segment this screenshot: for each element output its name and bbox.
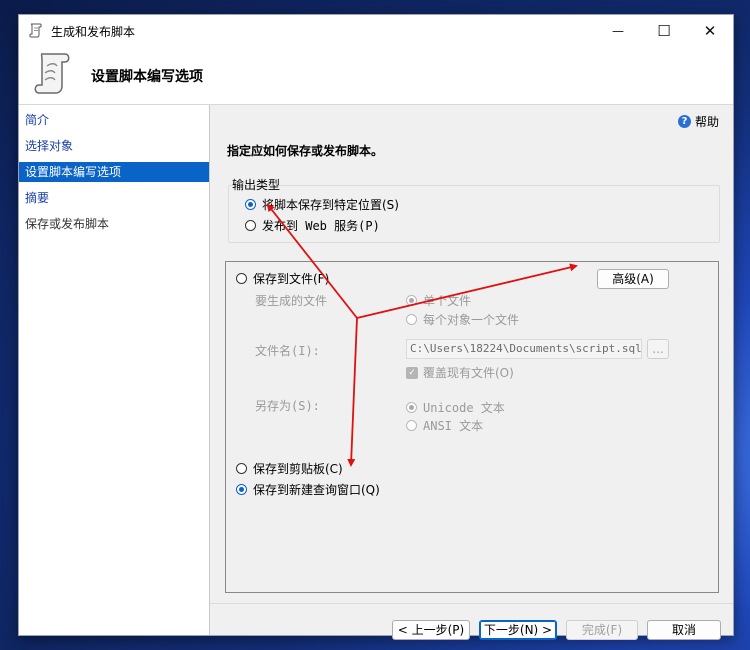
- radio-indicator: [406, 295, 417, 306]
- radio-indicator: [406, 402, 417, 413]
- sidebar-item-intro[interactable]: 简介: [19, 110, 209, 130]
- radio-save-to-query-window[interactable]: 保存到新建查询窗口(Q): [236, 481, 380, 498]
- radio-indicator: [406, 420, 417, 431]
- browse-button[interactable]: ...: [647, 339, 669, 359]
- help-icon: ?: [677, 115, 691, 128]
- wizard-steps-sidebar: 简介 选择对象 设置脚本编写选项 摘要 保存或发布脚本: [19, 105, 210, 635]
- radio-label: 保存到文件(F): [253, 272, 330, 286]
- radio-single-file[interactable]: 单个文件: [406, 292, 471, 309]
- footer-divider: [210, 603, 733, 604]
- minimize-icon: —: [612, 23, 624, 38]
- radio-unicode-text[interactable]: Unicode 文本: [406, 399, 505, 416]
- radio-indicator: [236, 273, 247, 284]
- file-name-input[interactable]: C:\Users\18224\Documents\script.sql: [406, 339, 642, 359]
- maximize-button[interactable]: ☐: [641, 15, 687, 46]
- radio-indicator: [245, 220, 256, 231]
- radio-label: 保存到新建查询窗口(Q): [253, 483, 380, 497]
- minimize-button[interactable]: —: [595, 15, 641, 46]
- script-icon: [29, 23, 42, 38]
- maximize-icon: ☐: [657, 21, 671, 40]
- window-title: 生成和发布脚本: [51, 25, 136, 39]
- radio-label: 发布到 Web 服务(P): [262, 219, 380, 233]
- radio-indicator: [236, 484, 247, 495]
- dialog-window: 生成和发布脚本 — ☐ ✕ 设置脚本编写选项 简介 选择对象 设置脚本编写选项 …: [18, 14, 734, 640]
- output-type-group: [228, 185, 720, 243]
- radio-indicator: [245, 199, 256, 210]
- radio-label: Unicode 文本: [423, 401, 505, 415]
- checkmark-icon: ✓: [406, 366, 418, 379]
- overwrite-label: 覆盖现有文件(O): [423, 366, 514, 380]
- radio-file-per-object[interactable]: 每个对象一个文件: [406, 311, 519, 328]
- radio-label: 保存到剪贴板(C): [253, 462, 343, 476]
- sidebar-item-scripting-options[interactable]: 设置脚本编写选项: [19, 162, 209, 182]
- wizard-header: 设置脚本编写选项: [19, 46, 733, 105]
- radio-save-to-location[interactable]: 将脚本保存到特定位置(S): [245, 196, 399, 213]
- radio-label: 每个对象一个文件: [423, 313, 520, 327]
- close-button[interactable]: ✕: [687, 15, 733, 46]
- help-label: 帮助: [694, 115, 719, 129]
- previous-button[interactable]: < 上一步(P): [392, 620, 470, 640]
- save-as-label: 另存为(S):: [255, 399, 320, 413]
- cancel-button[interactable]: 取消: [647, 620, 721, 640]
- finish-button[interactable]: 完成(F): [566, 620, 638, 640]
- radio-label: 单个文件: [423, 294, 472, 308]
- advanced-button[interactable]: 高级(A): [597, 269, 669, 289]
- close-icon: ✕: [703, 21, 717, 40]
- script-scroll-icon: [34, 53, 70, 94]
- main-content: ? 帮助 指定应如何保存或发布脚本。 输出类型 将脚本保存到特定位置(S) 发布…: [210, 105, 733, 640]
- radio-indicator: [236, 463, 247, 474]
- radio-save-to-file[interactable]: 保存到文件(F): [236, 270, 329, 287]
- radio-label: 将脚本保存到特定位置(S): [262, 198, 399, 212]
- instruction-text: 指定应如何保存或发布脚本。: [227, 144, 384, 158]
- radio-publish-web-service[interactable]: 发布到 Web 服务(P): [245, 217, 380, 234]
- radio-label: ANSI 文本: [423, 419, 484, 433]
- title-bar[interactable]: 生成和发布脚本 — ☐ ✕: [19, 15, 733, 46]
- radio-ansi-text[interactable]: ANSI 文本: [406, 417, 483, 434]
- page-title: 设置脚本编写选项: [91, 69, 203, 85]
- next-button[interactable]: 下一步(N) >: [479, 620, 557, 640]
- sidebar-item-choose-objects[interactable]: 选择对象: [19, 136, 209, 156]
- help-link[interactable]: ? 帮助: [677, 113, 719, 130]
- file-name-label: 文件名(I):: [255, 344, 320, 358]
- output-type-label: 输出类型: [232, 178, 281, 192]
- sidebar-item-save-or-publish: 保存或发布脚本: [25, 217, 110, 231]
- overwrite-checkbox[interactable]: ✓ 覆盖现有文件(O): [406, 364, 514, 381]
- sidebar-item-summary[interactable]: 摘要: [19, 188, 209, 208]
- radio-save-to-clipboard[interactable]: 保存到剪贴板(C): [236, 460, 343, 477]
- radio-indicator: [406, 314, 417, 325]
- files-to-generate-label: 要生成的文件: [255, 294, 328, 308]
